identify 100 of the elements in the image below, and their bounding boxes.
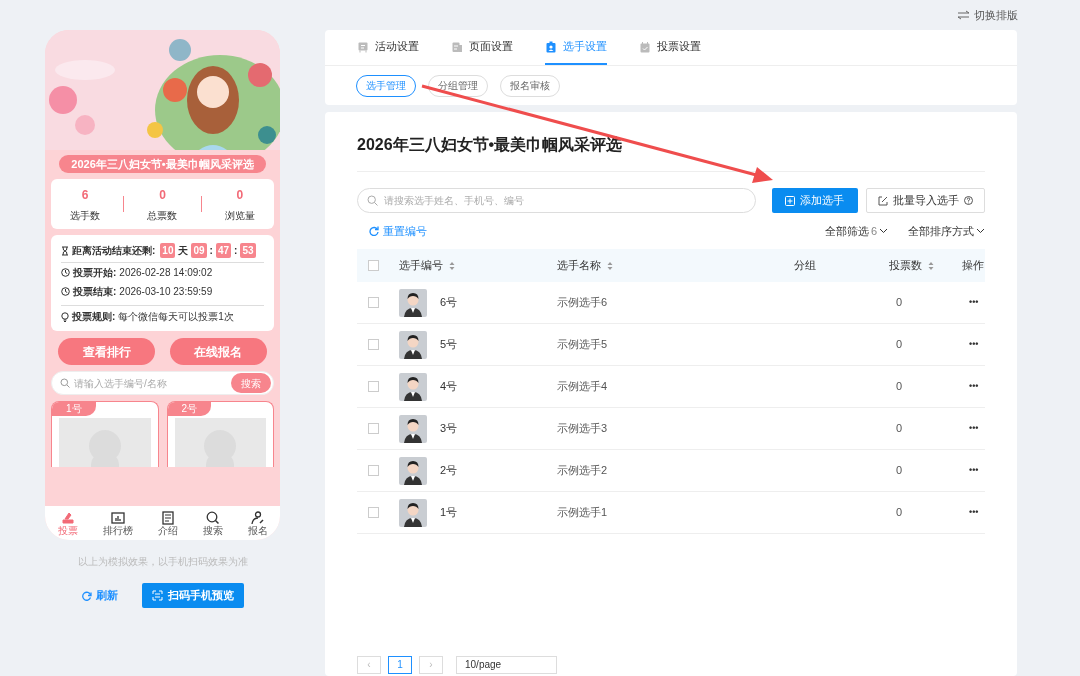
row-checkbox[interactable] <box>368 339 379 350</box>
countdown-digit: 10 <box>160 243 176 258</box>
import-players-button[interactable]: 批量导入选手 <box>865 188 985 213</box>
settings-tab[interactable]: 投票设置 <box>639 30 701 65</box>
stat-label: 浏览量 <box>224 208 255 223</box>
player-tag: 1号 <box>52 402 96 416</box>
stat-label: 总票数 <box>147 208 178 223</box>
search-placeholder: 请输入选手编号/名称 <box>74 376 168 391</box>
avatar-icon <box>399 456 427 485</box>
info-label: 投票结束: <box>73 285 117 299</box>
more-button[interactable]: ••• <box>955 337 979 352</box>
table-cell-text: 示例选手4 <box>557 379 609 395</box>
hourglass-icon <box>61 245 69 256</box>
table-cell-text: 3号 <box>440 421 458 437</box>
table-cell-text: 示例选手5 <box>557 337 609 353</box>
vote-nav-icon <box>59 510 76 525</box>
settings-tab[interactable]: 活动设置 <box>357 30 419 65</box>
bulb-icon <box>61 311 69 322</box>
row-checkbox[interactable] <box>368 465 379 476</box>
avatar-icon <box>399 330 427 359</box>
search-icon <box>367 195 378 206</box>
nav-item[interactable]: 搜索 <box>202 510 223 536</box>
info-value: 2026-02-28 14:09:02 <box>119 266 213 280</box>
layout-switch-button[interactable]: 切换排版 <box>957 6 1018 24</box>
stat-label: 选手数 <box>70 208 101 223</box>
table-cell-text: 5号 <box>440 337 458 353</box>
countdown-unit: : <box>234 244 238 258</box>
import-icon <box>877 195 888 206</box>
stat-value: 0 <box>159 186 166 204</box>
countdown-label: 距离活动结束还剩: <box>72 244 156 258</box>
help-icon <box>963 196 973 205</box>
column-header: 分组 <box>794 258 816 274</box>
info-label: 投票开始: <box>73 266 117 280</box>
clock-icon <box>61 287 70 296</box>
plus-square-icon <box>785 195 796 206</box>
table-cell-text: 示例选手1 <box>557 505 609 521</box>
player-tab-icon <box>545 40 557 53</box>
column-header: 选手编号 <box>399 258 443 274</box>
more-button[interactable]: ••• <box>955 421 979 436</box>
nav-item[interactable]: 排行榜 <box>102 510 133 536</box>
countdown-digit: 09 <box>191 243 207 258</box>
swap-icon <box>957 10 970 20</box>
row-checkbox[interactable] <box>368 507 379 518</box>
refresh-icon <box>369 226 379 236</box>
select-all-checkbox[interactable] <box>368 260 379 271</box>
clock-icon <box>61 268 70 277</box>
column-header: 投票数 <box>889 258 922 274</box>
more-button[interactable]: ••• <box>955 295 979 310</box>
table-cell-text: 0 <box>895 337 904 353</box>
avatar-icon <box>399 288 427 317</box>
column-header: 选手名称 <box>557 258 601 274</box>
table-cell-text: 1号 <box>440 505 458 521</box>
table-cell-text: 示例选手3 <box>557 421 609 437</box>
doc-nav-icon <box>159 510 176 525</box>
row-checkbox[interactable] <box>368 381 379 392</box>
info-label: 投票规则: <box>72 310 116 324</box>
nav-item[interactable]: 介绍 <box>157 510 178 536</box>
info-value: 每个微信每天可以投票1次 <box>118 310 234 324</box>
countdown-digit: 47 <box>215 243 232 258</box>
countdown-unit: 天 <box>178 244 189 258</box>
player-tag: 2号 <box>167 402 212 416</box>
filter-dropdown[interactable]: 全部筛选 6 <box>824 222 888 240</box>
countdown-unit: : <box>209 244 213 258</box>
more-button[interactable]: ••• <box>955 463 979 478</box>
chevron-down-icon <box>976 228 985 234</box>
table-cell-text: 0 <box>895 463 904 479</box>
table-cell-text: 4号 <box>440 379 458 395</box>
filter-count: 6 <box>870 223 877 239</box>
countdown-digit: 53 <box>240 243 256 258</box>
more-button[interactable]: ••• <box>955 505 979 520</box>
chart-nav-icon <box>109 510 126 525</box>
nav-item[interactable]: 报名 <box>247 510 268 536</box>
user-nav-icon <box>249 510 266 525</box>
page-size-select[interactable]: 10/page <box>456 656 557 674</box>
search-nav-icon <box>204 510 221 525</box>
avatar-icon <box>399 498 427 527</box>
table-cell-text: 6号 <box>440 295 458 311</box>
table-cell-text: 2号 <box>440 463 458 479</box>
scan-icon <box>151 590 163 601</box>
table-cell-text: 示例选手6 <box>557 295 609 311</box>
table-cell-text: 0 <box>895 421 904 437</box>
more-button[interactable]: ••• <box>955 379 979 394</box>
avatar-icon <box>399 414 427 443</box>
event-title: 2026年三八妇女节•最美巾帼风采评选 <box>59 155 266 173</box>
sort-dropdown[interactable]: 全部排序方式 <box>908 222 985 240</box>
stat-value: 6 <box>81 186 89 204</box>
vote-tab-icon <box>639 40 651 53</box>
refresh-icon <box>81 590 92 601</box>
settings-tab[interactable]: 页面设置 <box>451 30 513 65</box>
avatar-icon <box>399 372 427 401</box>
row-checkbox[interactable] <box>368 423 379 434</box>
stat-value: 0 <box>236 186 244 204</box>
activity-tab-icon <box>357 40 369 53</box>
search-icon <box>60 378 70 388</box>
info-value: 2026-03-10 23:59:59 <box>119 285 213 299</box>
table-cell-text: 0 <box>895 295 904 311</box>
row-checkbox[interactable] <box>368 297 379 308</box>
table-cell-text: 示例选手2 <box>557 463 609 479</box>
column-header: 操作 <box>962 258 984 274</box>
table-cell-text: 0 <box>895 379 904 395</box>
